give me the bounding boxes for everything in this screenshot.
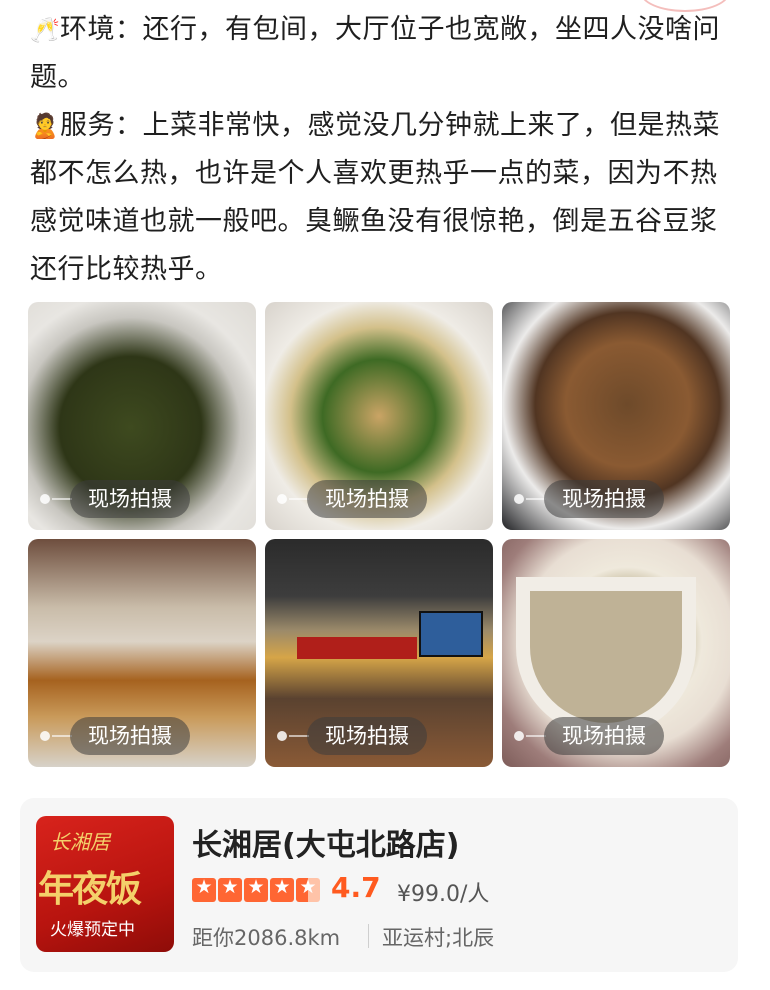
live-dot-icon: [40, 731, 50, 741]
badge-connector: [52, 498, 72, 500]
person-emoji-icon: 🙎: [30, 112, 61, 140]
logo-sub-text: 火爆预定中: [50, 920, 135, 940]
star-icon: [218, 876, 242, 902]
distance: 距你2086.8km: [192, 926, 341, 950]
restaurant-card[interactable]: 长湘居 年夜饭 火爆预定中 长湘居(大屯北路店) 4.7 ¥99.0/人 距你2…: [20, 798, 738, 972]
live-dot-icon: [40, 494, 50, 504]
live-dot-icon: [514, 731, 524, 741]
review-environment-text: 环境：还行，有包间，大厅位子也宽敞，坐四人没啥问题。: [30, 14, 720, 93]
review-text: 🥂环境：还行，有包间，大厅位子也宽敞，坐四人没啥问题。 🙎服务：上菜非常快，感觉…: [30, 6, 740, 294]
photo-soy-milk-cup[interactable]: 现场拍摄: [502, 539, 730, 767]
rating-score: 4.7: [331, 871, 381, 904]
review-service-text: 服务：上菜非常快，感觉没几分钟就上来了，但是热菜都不怎么热，也许是个人喜欢更热乎…: [30, 110, 720, 285]
badge-connector: [52, 735, 72, 737]
photo-tofu-peppers[interactable]: 现场拍摄: [265, 302, 493, 530]
review-service: 🙎服务：上菜非常快，感觉没几分钟就上来了，但是热菜都不怎么热，也许是个人喜欢更热…: [30, 102, 740, 294]
price-per-person: ¥99.0/人: [397, 882, 490, 907]
half-star-icon: [296, 876, 320, 902]
live-photo-badge: 现场拍摄: [70, 480, 190, 518]
restaurant-logo: 长湘居 年夜饭 火爆预定中: [36, 816, 174, 952]
live-photo-badge: 现场拍摄: [307, 480, 427, 518]
photo-stir-fried-noodles[interactable]: 现场拍摄: [502, 302, 730, 530]
photo-restaurant-interior[interactable]: 现场拍摄: [265, 539, 493, 767]
badge-connector: [526, 498, 546, 500]
badge-connector: [289, 735, 309, 737]
live-photo-badge: 现场拍摄: [544, 717, 664, 755]
live-photo-badge: 现场拍摄: [544, 480, 664, 518]
star-icon: [192, 876, 216, 902]
badge-connector: [289, 498, 309, 500]
badge-connector: [526, 735, 546, 737]
live-dot-icon: [514, 494, 524, 504]
logo-brand-text: 长湘居: [50, 830, 110, 854]
cup: [516, 577, 696, 737]
divider: [368, 924, 369, 948]
photo-grid: 现场拍摄 现场拍摄 现场拍摄 现场拍摄 现场拍摄 现场拍摄: [28, 302, 730, 767]
business-area: 亚运村;北辰: [382, 926, 495, 950]
tv-screen: [419, 611, 483, 657]
star-icon: [244, 876, 268, 902]
review-environment: 🥂环境：还行，有包间，大厅位子也宽敞，坐四人没啥问题。: [30, 6, 740, 102]
live-photo-badge: 现场拍摄: [307, 717, 427, 755]
logo-main-text: 年夜饭: [38, 868, 142, 910]
live-photo-badge: 现场拍摄: [70, 717, 190, 755]
champagne-emoji-icon: 🥂: [30, 16, 61, 44]
live-dot-icon: [277, 494, 287, 504]
live-dot-icon: [277, 731, 287, 741]
photo-braised-fish[interactable]: 现场拍摄: [28, 539, 256, 767]
restaurant-name[interactable]: 长湘居(大屯北路店): [192, 820, 459, 864]
star-icon: [270, 876, 294, 902]
photo-stir-fried-greens[interactable]: 现场拍摄: [28, 302, 256, 530]
star-rating: [192, 876, 320, 902]
shop-sign: [297, 637, 417, 659]
